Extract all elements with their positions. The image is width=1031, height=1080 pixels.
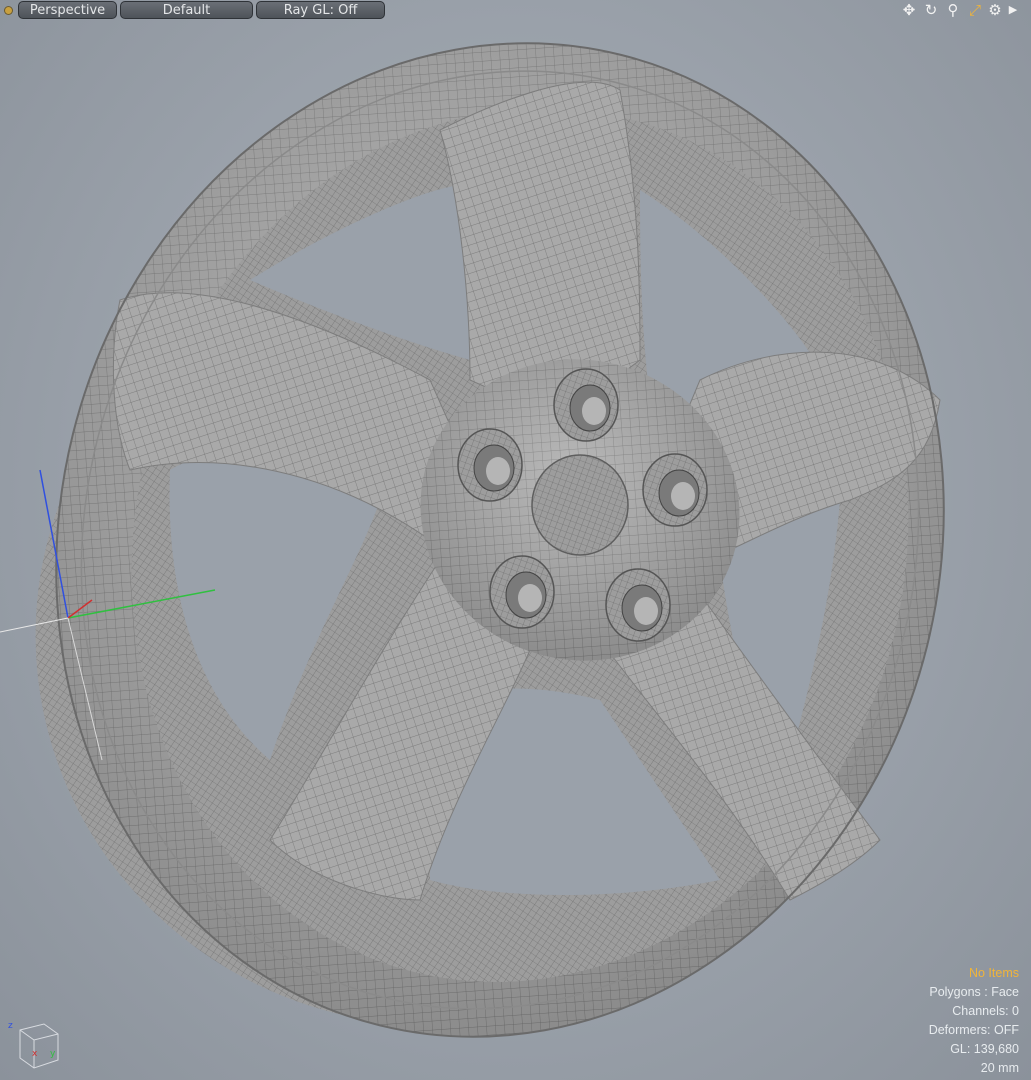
- scene-info-overlay: No Items Polygons : Face Channels: 0 Def…: [859, 964, 1019, 1078]
- orient-y-label: y: [50, 1049, 56, 1059]
- wheel-mesh[interactable]: [0, 0, 1031, 1080]
- gl-polycount-label: GL: 139,680: [950, 1042, 1019, 1056]
- deformers-label: Deformers: OFF: [928, 1023, 1019, 1037]
- viewport-scene[interactable]: z x y: [0, 0, 1031, 1080]
- orientation-cube[interactable]: z x y: [8, 1021, 59, 1069]
- channels-label: Channels: 0: [952, 1004, 1019, 1018]
- orient-x-label: x: [32, 1049, 38, 1059]
- selection-items-label: No Items: [968, 966, 1019, 980]
- orient-z-label: z: [8, 1021, 13, 1031]
- center-cap: [531, 454, 629, 556]
- grid-size-label: 20 mm: [980, 1061, 1019, 1075]
- polygons-mode-label: Polygons : Face: [929, 985, 1019, 999]
